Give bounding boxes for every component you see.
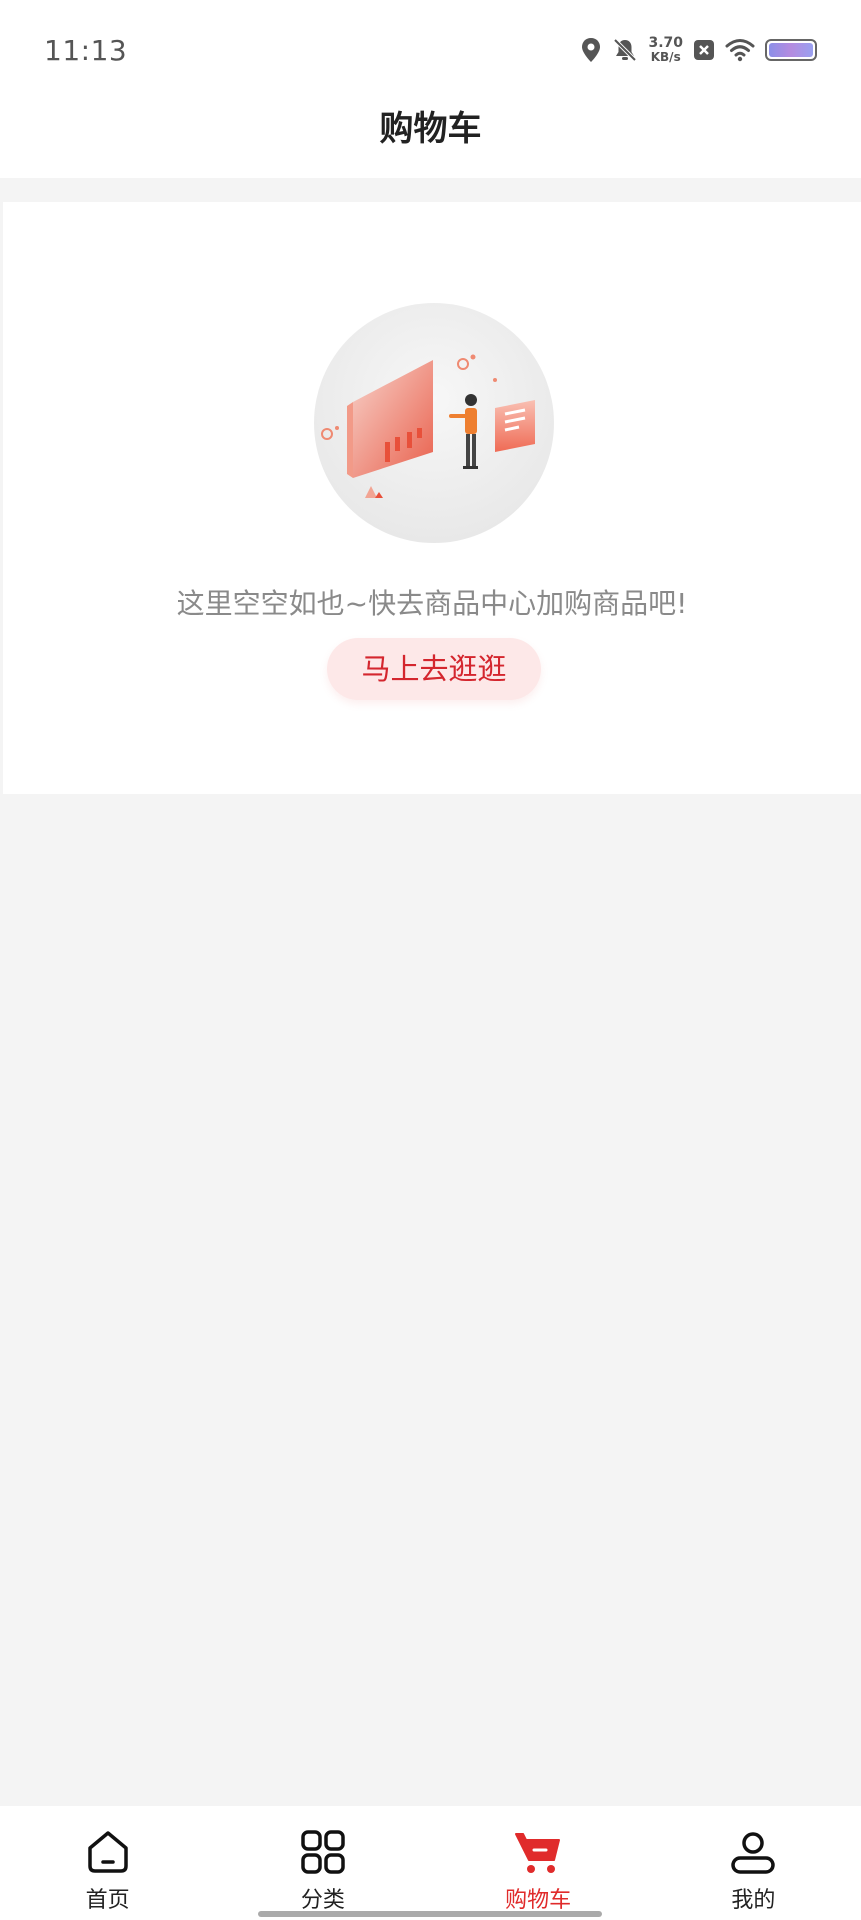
net-speed-unit: KB/s bbox=[650, 50, 681, 64]
tab-home-label: 首页 bbox=[85, 1888, 130, 1913]
page-title: 购物车 bbox=[379, 109, 482, 149]
mute-icon bbox=[614, 38, 637, 62]
net-speed: 3.70 KB/s bbox=[648, 36, 683, 64]
net-speed-value: 3.70 bbox=[648, 35, 683, 51]
bottom-tab-bar: 首页 分类 购物车 我的 bbox=[0, 1806, 861, 1920]
empty-cart-card: 这里空空如也~快去商品中心加购商品吧! 马上去逛逛 bbox=[3, 202, 861, 794]
empty-cart-illustration bbox=[314, 303, 554, 543]
header: 购物车 bbox=[0, 96, 861, 178]
status-time: 11:13 bbox=[44, 34, 128, 67]
wifi-icon bbox=[725, 39, 755, 62]
tab-category-label: 分类 bbox=[300, 1888, 345, 1913]
tab-home[interactable]: 首页 bbox=[0, 1806, 215, 1920]
home-indicator[interactable] bbox=[258, 1911, 602, 1917]
battery-fill bbox=[769, 43, 813, 57]
cart-icon bbox=[515, 1833, 561, 1873]
tab-category[interactable]: 分类 bbox=[215, 1806, 430, 1920]
go-shopping-button[interactable]: 马上去逛逛 bbox=[327, 638, 541, 700]
category-grid-icon bbox=[301, 1830, 345, 1874]
tab-cart[interactable]: 购物车 bbox=[431, 1806, 646, 1920]
tab-profile-label: 我的 bbox=[731, 1888, 776, 1913]
profile-icon bbox=[731, 1832, 776, 1874]
empty-cart-message: 这里空空如也~快去商品中心加购商品吧! bbox=[176, 587, 688, 620]
home-icon bbox=[87, 1831, 128, 1873]
close-box-icon bbox=[694, 40, 714, 60]
status-bar: 11:13 3.70 KB/s bbox=[0, 0, 861, 96]
status-icons: 3.70 KB/s bbox=[580, 30, 817, 70]
tab-cart-label: 购物车 bbox=[505, 1888, 572, 1913]
tab-profile[interactable]: 我的 bbox=[646, 1806, 861, 1920]
location-icon bbox=[582, 38, 601, 62]
battery-icon bbox=[765, 39, 817, 61]
